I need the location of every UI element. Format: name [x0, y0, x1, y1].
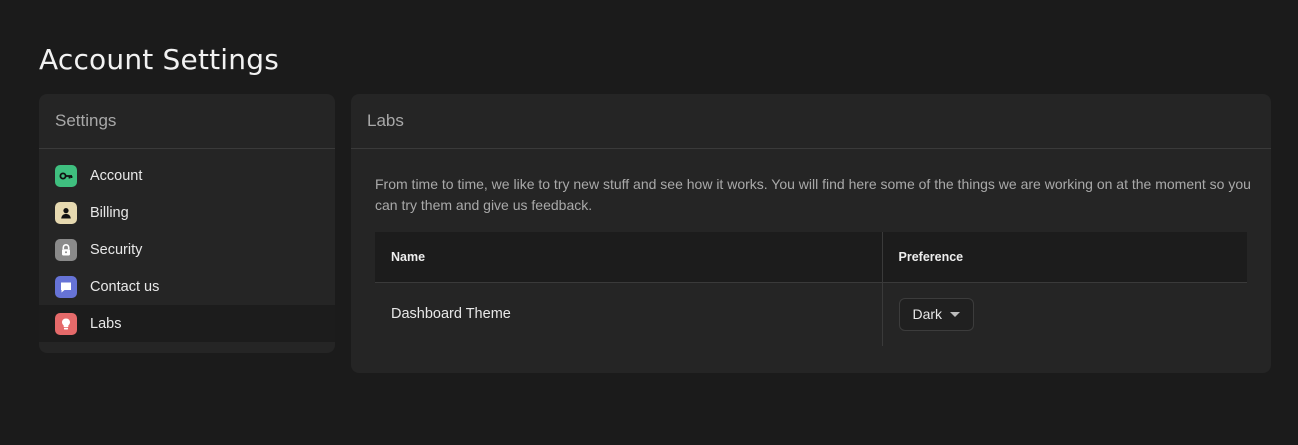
theme-select[interactable]: Dark — [898, 297, 975, 331]
labs-description: From time to time, we like to try new st… — [375, 176, 1251, 213]
key-icon — [55, 164, 77, 187]
sidebar-item-label: Contact us — [90, 278, 160, 295]
column-header-preference: Preference — [882, 232, 1247, 282]
column-header-name: Name — [375, 232, 883, 282]
sidebar-item-security[interactable]: Security — [39, 231, 335, 268]
sidebar-item-contact-us[interactable]: Contact us — [39, 268, 335, 305]
user-icon — [55, 201, 77, 224]
sidebar-title: Settings — [39, 94, 335, 149]
account-settings-page: Account Settings Settings Account Billin… — [0, 0, 1298, 445]
chevron-down-icon — [950, 311, 961, 317]
table-row: Dashboard Theme Dark — [375, 281, 1247, 346]
sidebar-item-account[interactable]: Account — [39, 157, 335, 194]
page-title: Account Settings — [39, 43, 279, 76]
sidebar-list: Account Billing Security Contact us Labs — [39, 149, 335, 342]
feature-name-cell: Dashboard Theme — [375, 281, 883, 346]
labs-table: Name Preference Dashboard Theme Dark — [375, 232, 1247, 346]
panel-title: Labs — [351, 94, 1271, 149]
sidebar-item-label: Labs — [90, 315, 122, 332]
sidebar-item-billing[interactable]: Billing — [39, 194, 335, 231]
lightbulb-icon — [55, 312, 77, 335]
settings-sidebar: Settings Account Billing Security Contac… — [39, 94, 335, 353]
sidebar-item-labs[interactable]: Labs — [39, 305, 335, 342]
preference-cell: Dark — [882, 281, 1247, 346]
sidebar-item-label: Billing — [90, 204, 129, 221]
sidebar-item-label: Account — [90, 167, 143, 184]
chat-icon — [55, 275, 77, 298]
labs-panel: Labs From time to time, we like to try n… — [351, 94, 1271, 373]
table-header-row: Name Preference — [375, 232, 1247, 282]
sidebar-item-label: Security — [90, 241, 143, 258]
theme-select-value: Dark — [912, 306, 943, 323]
lock-icon — [55, 238, 77, 261]
